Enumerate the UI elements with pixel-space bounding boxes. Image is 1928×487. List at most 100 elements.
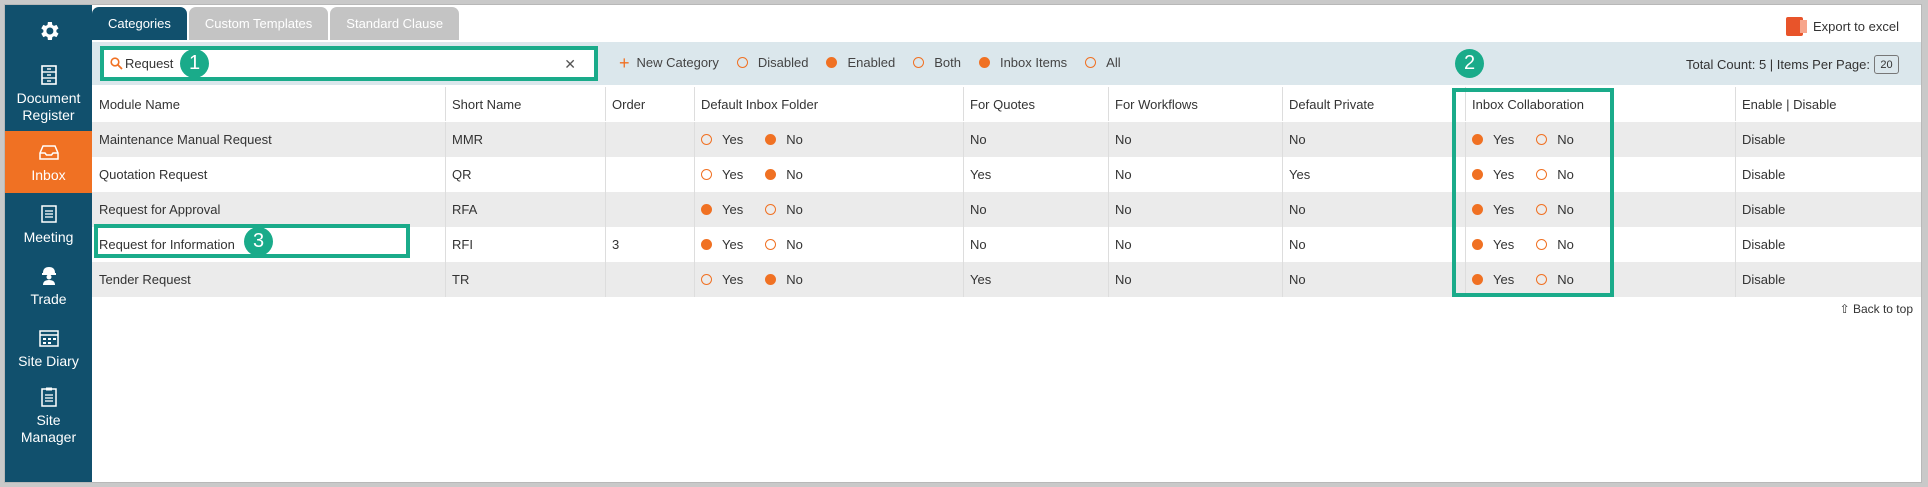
inbox-folder-no-option[interactable]: No — [765, 272, 803, 287]
inbox-folder-yes-option[interactable]: Yes — [701, 272, 743, 287]
sidebar-item-label: Document Register — [16, 90, 81, 123]
radio-label: Yes — [722, 202, 744, 217]
settings-button[interactable] — [5, 5, 92, 57]
cell-short-name: QR — [452, 167, 472, 182]
cell-short-name: MMR — [452, 132, 484, 147]
calendar-icon — [38, 327, 60, 349]
sidebar-item-site-manager[interactable]: Site Manager — [5, 379, 92, 453]
cell-short-name: TR — [452, 272, 470, 287]
filter-label: Inbox Items — [999, 55, 1068, 70]
inbox-folder-yes-option[interactable]: Yes — [701, 167, 743, 182]
filter-inbox-items[interactable]: Inbox Items — [978, 55, 1068, 70]
header-module-name[interactable]: Module Name — [92, 87, 180, 121]
header-order[interactable]: Order — [605, 87, 645, 121]
cell-default-inbox-folder: Yes No — [694, 192, 825, 227]
inbox-folder-no-option[interactable]: No — [765, 132, 803, 147]
inbox-folder-yes-option[interactable]: Yes — [701, 132, 743, 147]
inbox-folder-yes-option[interactable]: Yes — [701, 202, 743, 217]
cell-order — [605, 122, 612, 157]
inbox-folder-yes-option[interactable]: Yes — [701, 237, 743, 252]
new-category-button[interactable]: + New Category — [619, 52, 719, 73]
items-per-page-select[interactable]: 20 — [1874, 55, 1899, 74]
cell-default-private: No — [1289, 272, 1306, 287]
cell-for-quotes: Yes — [970, 167, 992, 182]
filter-label: All — [1106, 55, 1121, 70]
sidebar-item-label: Site Diary — [18, 352, 79, 369]
header-for-workflows[interactable]: For Workflows — [1108, 87, 1198, 121]
cell-default-private: No — [1289, 237, 1306, 252]
cell-enable-disable[interactable]: Disable — [1735, 157, 1785, 192]
radio-label: No — [786, 132, 803, 147]
search-box: ✕ — [100, 46, 598, 81]
cell-default-private: Yes — [1289, 167, 1311, 182]
radio-icon — [913, 57, 925, 68]
radio-label: No — [786, 272, 803, 287]
filter-label: Disabled — [757, 55, 809, 70]
export-to-excel-button[interactable]: Export to excel — [1786, 17, 1899, 36]
back-to-top-link[interactable]: ⇧ Back to top — [1840, 302, 1913, 316]
sidebar: Document Register Inbox Meeting Trade Si — [5, 5, 92, 482]
cell-for-quotes: No — [970, 132, 987, 147]
cell-for-workflows: No — [1115, 237, 1132, 252]
cell-short-name: RFA — [452, 202, 478, 217]
tab-categories[interactable]: Categories — [92, 7, 187, 40]
sidebar-item-inbox[interactable]: Inbox — [5, 131, 92, 193]
radio-selected-icon — [765, 169, 777, 180]
annotation-callout-2: 2 — [1455, 49, 1484, 78]
app-window: Document Register Inbox Meeting Trade Si — [4, 4, 1922, 483]
clear-search-button[interactable]: ✕ — [564, 56, 576, 73]
gear-icon — [40, 22, 58, 40]
plus-icon: + — [619, 52, 630, 73]
table-row[interactable]: Request for Approval RFA Yes No No No No Yes No D… — [92, 192, 1921, 227]
inbox-folder-no-option[interactable]: No — [765, 237, 803, 252]
table-row[interactable]: Tender Request TR Yes No Yes No No Yes No Disable — [92, 262, 1921, 297]
radio-icon — [1085, 57, 1097, 68]
header-enable-disable[interactable]: Enable | Disable — [1735, 87, 1836, 121]
header-default-private[interactable]: Default Private — [1282, 87, 1374, 121]
excel-icon — [1786, 17, 1807, 36]
annotation-callout-3: 3 — [244, 227, 273, 256]
header-default-inbox-folder[interactable]: Default Inbox Folder — [694, 87, 818, 121]
radio-icon — [765, 239, 777, 250]
tab-standard-clause[interactable]: Standard Clause — [330, 7, 460, 40]
meeting-icon — [38, 203, 60, 225]
radio-selected-icon — [765, 134, 777, 145]
table-header: Module Name Short Name Order Default Inb… — [92, 87, 1921, 121]
sidebar-item-meeting[interactable]: Meeting — [5, 193, 92, 255]
header-for-quotes[interactable]: For Quotes — [963, 87, 1035, 121]
radio-label: Yes — [722, 237, 744, 252]
cell-enable-disable[interactable]: Disable — [1735, 227, 1785, 262]
radio-icon — [765, 204, 777, 215]
cell-default-inbox-folder: Yes No — [694, 262, 825, 297]
cell-default-inbox-folder: Yes No — [694, 157, 825, 192]
filter-label: Both — [934, 55, 961, 70]
filter-disabled[interactable]: Disabled — [736, 55, 809, 70]
radio-label: Yes — [722, 132, 744, 147]
cell-enable-disable[interactable]: Disable — [1735, 122, 1785, 157]
cell-order — [605, 192, 612, 227]
tab-custom-templates[interactable]: Custom Templates — [188, 7, 329, 40]
filter-label: Enabled — [847, 55, 896, 70]
header-short-name[interactable]: Short Name — [445, 87, 521, 121]
cell-module-name: Request for Approval — [99, 202, 221, 217]
radio-label: No — [786, 167, 803, 182]
inbox-folder-no-option[interactable]: No — [765, 167, 803, 182]
cell-short-name: RFI — [452, 237, 473, 252]
table-row[interactable]: Quotation Request QR Yes No Yes No Yes Yes No Dis… — [92, 157, 1921, 192]
cell-enable-disable[interactable]: Disable — [1735, 192, 1785, 227]
cell-enable-disable[interactable]: Disable — [1735, 262, 1785, 297]
filter-both[interactable]: Both — [913, 55, 961, 70]
toolbar: ✕ + New Category Disabled Enabled Both I… — [92, 42, 1921, 85]
tab-bar: Categories Custom Templates Standard Cla… — [92, 7, 461, 40]
inbox-folder-no-option[interactable]: No — [765, 202, 803, 217]
radio-label: No — [786, 202, 803, 217]
sidebar-item-document-register[interactable]: Document Register — [5, 57, 92, 131]
inbox-icon — [38, 141, 60, 163]
table-row[interactable]: Maintenance Manual Request MMR Yes No No No No… — [92, 122, 1921, 157]
sidebar-item-site-diary[interactable]: Site Diary — [5, 317, 92, 379]
sidebar-item-trade[interactable]: Trade — [5, 255, 92, 317]
filter-all[interactable]: All — [1085, 55, 1121, 70]
filter-enabled[interactable]: Enabled — [826, 55, 895, 70]
radio-selected-icon — [978, 57, 990, 68]
site-manager-icon — [38, 386, 60, 408]
